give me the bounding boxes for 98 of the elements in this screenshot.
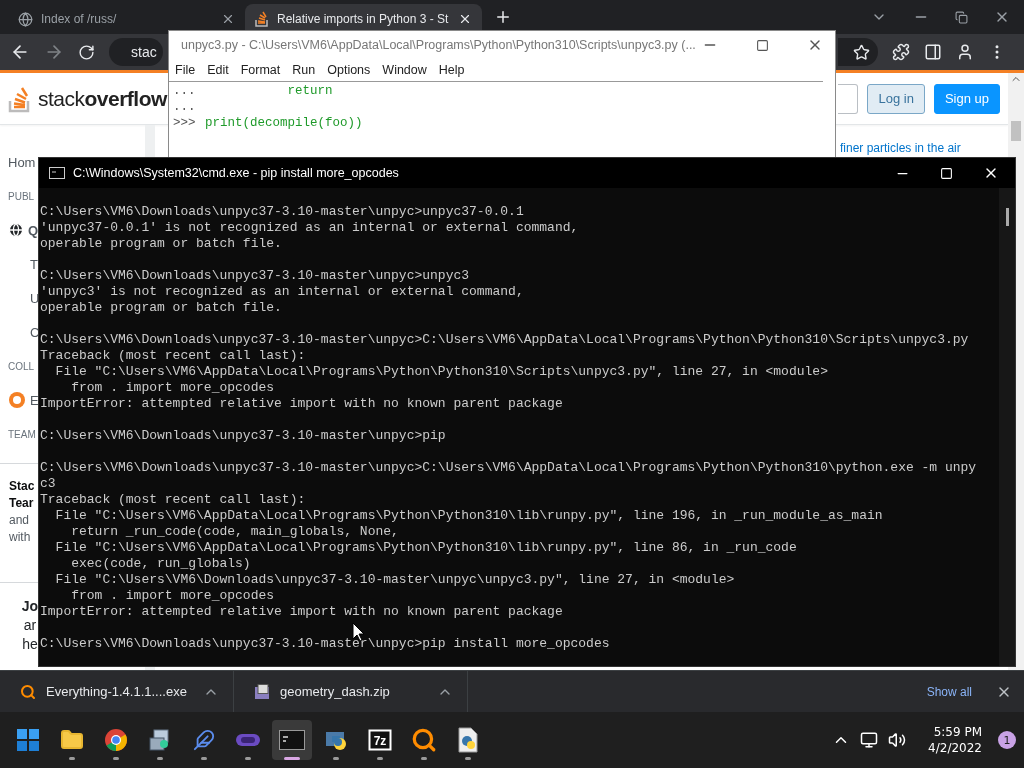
terminal-line: File "C:\Users\VM6\AppData\Local\Programs\Python\Python310\lib\runpy.py", line 86, in _run_code: [54, 540, 798, 556]
terminal-line: File "C:\Users\VM6\AppData\Local\Programs\Python\Python310\Scripts\unpyc3.py", line 27, in <module>: [54, 364, 829, 380]
archive-app-icon: 7z: [368, 729, 392, 751]
logo-text[interactable]: stackoverflow: [38, 86, 167, 111]
network-icon[interactable]: [860, 731, 879, 749]
taskbar-app[interactable]: 7z: [360, 720, 400, 760]
question-link[interactable]: finer particles in the air: [840, 141, 961, 155]
menu-item[interactable]: File: [175, 63, 196, 77]
installer-icon: [148, 728, 172, 752]
taskbar-app[interactable]: [272, 720, 312, 760]
globe-icon: [8, 222, 24, 238]
terminal-line: exec(code, run_globals): [70, 556, 252, 572]
folder-icon: [60, 728, 84, 752]
menu-item[interactable]: Run: [292, 63, 316, 77]
terminal-icon: [49, 167, 65, 179]
stack-logo-icon: [255, 11, 269, 27]
menu-item[interactable]: Help: [438, 63, 465, 77]
sidebar-link[interactable]: Hom: [8, 154, 36, 170]
sidebar-link[interactable]: U: [30, 290, 40, 306]
sidebar-link[interactable]: E: [30, 392, 39, 408]
terminal-line: C:\Users\VM6\Downloads\unpyc37-3.10-master\unpyc>C:\Users\VM6\AppData\Local\Programs\Python\Python310\python.exe -m unpy: [40, 460, 978, 476]
card-text: with: [9, 529, 31, 546]
new-tab-icon[interactable]: [494, 8, 512, 26]
terminal-line: 'unpyc3' is not recognized as an internal or external command,: [40, 284, 525, 300]
prompt-text: ...: [173, 84, 197, 100]
address-text: stac: [131, 44, 157, 60]
search-icon: [20, 683, 36, 700]
clock-time: 5:59 PM: [933, 724, 982, 740]
sidebar-link[interactable]: C: [30, 324, 40, 340]
clock[interactable]: 5:59 PM 4/2/2022: [928, 724, 982, 756]
menu-item[interactable]: Format: [240, 63, 281, 77]
close-icon[interactable]: [221, 12, 235, 26]
promo-text: he: [22, 635, 38, 654]
close-icon[interactable]: [458, 12, 472, 26]
show-all-link[interactable]: Show all: [926, 684, 972, 699]
terminal-line: ImportError: attempted relative import with no known parent package: [40, 604, 564, 620]
prompt-text: >>>: [173, 116, 197, 132]
terminal-line: C:\Users\VM6\Downloads\unpyc37-3.10-master\unpyc>pip install more_opcodes: [40, 636, 611, 652]
search-icon: [411, 727, 437, 753]
address-bar[interactable]: stac: [109, 38, 163, 66]
terminal-line: File "C:\Users\VM6\Downloads\unpyc37-3.10-master\unpyc\unpyc3.py", line 27, in <module>: [54, 572, 736, 588]
terminal-line: Traceback (most recent call last):: [40, 492, 307, 508]
archive-icon: [254, 683, 270, 700]
menu-item[interactable]: Window: [382, 63, 427, 77]
window-title: C:\Windows\System32\cmd.exe - pip install more_opcodes: [73, 166, 400, 180]
volume-icon[interactable]: [888, 731, 907, 749]
section-heading: COLL: [8, 360, 35, 372]
collective-icon: [8, 391, 26, 409]
terminal-line: from . import more_opcodes: [70, 380, 276, 396]
sidebar-link[interactable]: Q: [28, 222, 39, 238]
scrollbar[interactable]: [999, 188, 1015, 666]
terminal-line: operable program or batch file.: [40, 300, 283, 316]
maximize-icon[interactable]: [755, 38, 769, 52]
terminal-line: C:\Users\VM6\Downloads\unpyc37-3.10-master\unpyc>pip: [40, 428, 447, 444]
promo-text: Jo: [21, 597, 39, 616]
browser-icon: [104, 728, 128, 752]
card-text: Stac: [9, 478, 35, 495]
address-bar[interactable]: [838, 38, 878, 66]
menu-item[interactable]: Edit: [207, 63, 229, 77]
reload-icon[interactable]: [78, 43, 95, 61]
terminal-line: File "C:\Users\VM6\AppData\Local\Programs\Python\Python310\lib\runpy.py", line 196, in _run_module_as_main: [54, 508, 884, 524]
extensions-icon[interactable]: [892, 43, 910, 61]
log-in-button[interactable]: Log in: [867, 83, 925, 114]
terminal-line: 'unpyc37-0.0.1' is not recognized as an internal or external command,: [40, 220, 580, 236]
code-text: return: [286, 84, 333, 100]
section-heading: PUBL: [8, 190, 35, 202]
card-text: and: [9, 512, 30, 529]
terminal-line: operable program or batch file.: [40, 236, 283, 252]
search-field[interactable]: [838, 83, 859, 114]
terminal-line: C:\Users\VM6\Downloads\unpyc37-3.10-master\unpyc>unpyc37-0.0.1: [40, 204, 525, 220]
section-heading: TEAM: [8, 428, 36, 440]
terminal-line: Traceback (most recent call last):: [40, 348, 307, 364]
side-panel-icon[interactable]: [924, 43, 942, 61]
terminal-icon: [279, 730, 305, 750]
sidebar-link[interactable]: T: [30, 256, 38, 272]
start-icon: [17, 729, 39, 751]
clock-date: 4/2/2022: [928, 740, 982, 756]
browser-tab[interactable]: Index of /russ/: [8, 4, 245, 34]
terminal-line: C:\Users\VM6\Downloads\unpyc37-3.10-master\unpyc>C:\Users\VM6\AppData\Local\Programs\Python\Python310\Scripts\unpyc3.py: [40, 332, 970, 348]
notification-badge[interactable]: 1: [998, 731, 1016, 749]
terminal-line: C:\Users\VM6\Downloads\unpyc37-3.10-master\unpyc>unpyc3: [40, 268, 471, 284]
bookmark-star-icon[interactable]: [853, 43, 870, 61]
promo-text: ar: [23, 616, 37, 635]
terminal-line: c3: [40, 476, 57, 492]
terminal-line: return _run_code(code, main_globals, None,: [70, 524, 400, 540]
terminal-line: from . import more_opcodes: [70, 588, 276, 604]
restore-icon[interactable]: [955, 10, 968, 24]
prompt-text: ...: [173, 100, 197, 116]
menu-item[interactable]: Options: [327, 63, 371, 77]
card-text: Tear: [9, 495, 34, 512]
feather-icon: [193, 729, 215, 751]
python-file-icon: [457, 727, 479, 753]
scrollbar-thumb[interactable]: [1011, 121, 1021, 141]
code-text: print(decompile(foo)): [205, 116, 363, 132]
window-title: unpyc3.py - C:\Users\VM6\AppData\Local\Programs\Python\Python310\Scripts\unpyc3.py (...: [181, 38, 696, 52]
globe-icon: [18, 11, 33, 27]
profile-icon[interactable]: [956, 43, 974, 61]
terminal-line: ImportError: attempted relative import with no known parent package: [40, 396, 564, 412]
